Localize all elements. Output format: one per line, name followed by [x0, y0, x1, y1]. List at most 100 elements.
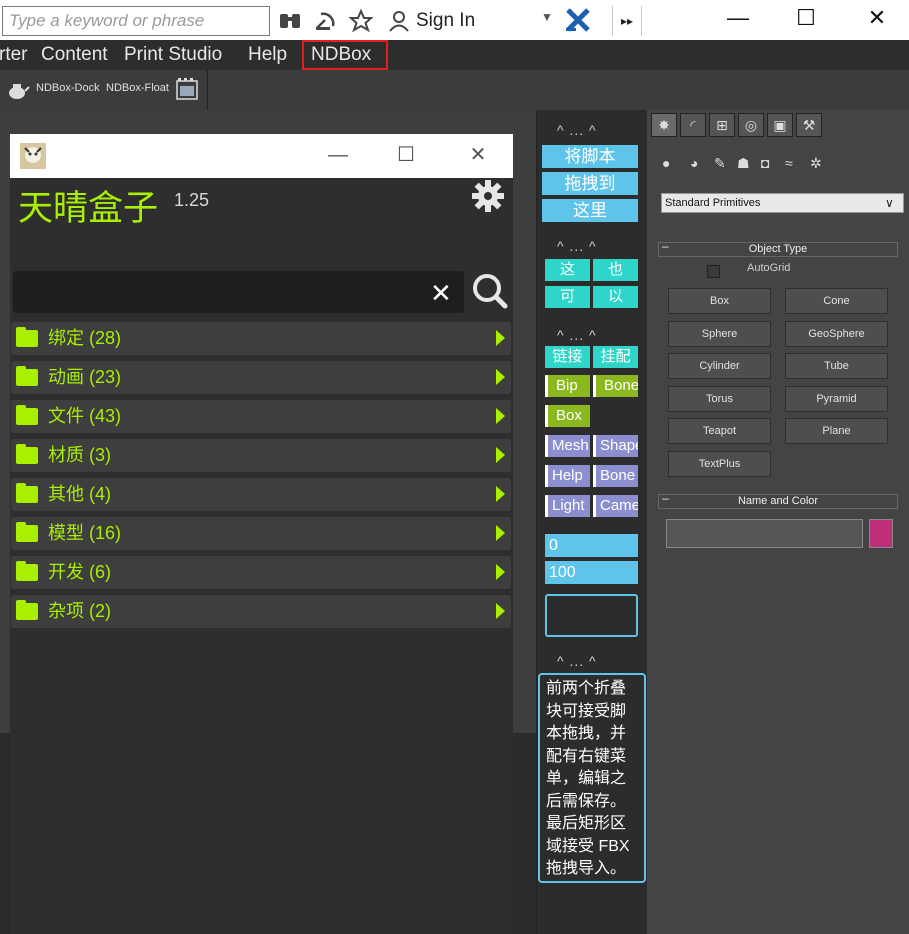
- category-row[interactable]: 动画 (23): [11, 361, 511, 394]
- modify-tab-icon[interactable]: ◜: [680, 113, 706, 137]
- camera-button[interactable]: Camera: [593, 495, 638, 517]
- script-drop-slot[interactable]: 拖拽到: [542, 172, 638, 195]
- script-slot[interactable]: 也: [593, 259, 638, 281]
- script-slot[interactable]: 可: [545, 286, 590, 308]
- autogrid-checkbox[interactable]: [707, 265, 720, 278]
- expand-arrow-icon: [496, 447, 505, 463]
- utilities-tab-icon[interactable]: ⚒: [796, 113, 822, 137]
- ndbox-float-button[interactable]: NDBox-Float: [106, 82, 169, 94]
- lights-icon[interactable]: ✎: [714, 155, 726, 172]
- minimize-button[interactable]: —: [718, 4, 758, 32]
- cone-primitive-button[interactable]: Cone: [785, 288, 888, 314]
- systems-icon[interactable]: ✲: [810, 155, 822, 172]
- object-type-rollout[interactable]: – Object Type: [658, 240, 898, 257]
- menu-item-customize[interactable]: rter: [0, 40, 28, 70]
- category-label: 其他 (4): [48, 484, 111, 504]
- script-slot[interactable]: 以: [593, 286, 638, 308]
- clear-search-icon[interactable]: ✕: [430, 278, 452, 309]
- bone-helper-button[interactable]: Bone: [593, 465, 638, 487]
- ndbox-search-input[interactable]: [13, 271, 464, 313]
- category-row[interactable]: 开发 (6): [11, 556, 511, 589]
- tube-primitive-button[interactable]: Tube: [785, 353, 888, 379]
- autodesk-x-icon[interactable]: [564, 6, 592, 34]
- autogrid-label: AutoGrid: [747, 262, 791, 274]
- expand-arrow-icon: [496, 369, 505, 385]
- plane-primitive-button[interactable]: Plane: [785, 418, 888, 444]
- expand-arrow-icon: [496, 408, 505, 424]
- script-drop-slot[interactable]: 将脚本: [542, 145, 638, 168]
- expand-arrow-icon: [496, 525, 505, 541]
- expand-arrow-icon: [496, 603, 505, 619]
- pyramid-primitive-button[interactable]: Pyramid: [785, 386, 888, 412]
- script-drop-slot[interactable]: 这里: [542, 199, 638, 222]
- object-name-input[interactable]: [666, 519, 863, 548]
- collapse-header[interactable]: ^ ... ^: [557, 327, 597, 343]
- keyword-search-input[interactable]: Type a keyword or phrase: [2, 6, 270, 36]
- script-slot[interactable]: 这: [545, 259, 590, 281]
- ndbox-window-icon[interactable]: [176, 78, 198, 100]
- light-button[interactable]: Light: [545, 495, 590, 517]
- sign-in-dropdown-icon[interactable]: ▼: [541, 10, 553, 24]
- fbx-drop-area[interactable]: [545, 594, 638, 637]
- name-and-color-rollout[interactable]: – Name and Color: [658, 492, 898, 509]
- textplus-primitive-button[interactable]: TextPlus: [668, 451, 771, 477]
- ndbox-maximize-button[interactable]: ☐: [386, 140, 426, 170]
- category-row[interactable]: 杂项 (2): [11, 595, 511, 628]
- chevron-down-icon[interactable]: ∨: [885, 193, 894, 213]
- search-icon[interactable]: [470, 270, 510, 310]
- category-row[interactable]: 绑定 (28): [11, 322, 511, 355]
- teapot-primitive-button[interactable]: Teapot: [668, 418, 771, 444]
- attach-button[interactable]: 挂配: [593, 346, 638, 368]
- star-icon[interactable]: [348, 8, 374, 34]
- expand-toolbar-button[interactable]: ▸▸: [612, 6, 642, 36]
- start-frame-field[interactable]: 0: [545, 534, 638, 557]
- cameras-icon[interactable]: ☗: [737, 155, 750, 172]
- box-primitive-button[interactable]: Box: [668, 288, 771, 314]
- sphere-primitive-button[interactable]: Sphere: [668, 321, 771, 347]
- category-row[interactable]: 材质 (3): [11, 439, 511, 472]
- help-button[interactable]: Help: [545, 465, 590, 487]
- binoculars-icon[interactable]: [277, 8, 303, 34]
- torus-primitive-button[interactable]: Torus: [668, 386, 771, 412]
- menu-item-content[interactable]: Content: [41, 40, 108, 70]
- menu-item-help[interactable]: Help: [248, 40, 287, 70]
- create-tab-icon[interactable]: ✸: [651, 113, 677, 137]
- instruction-note: 前两个折叠块可接受脚本拖拽，并配有右键菜单，编辑之后需保存。最后矩形区域接受 F…: [538, 673, 646, 883]
- category-row[interactable]: 模型 (16): [11, 517, 511, 550]
- geosphere-primitive-button[interactable]: GeoSphere: [785, 321, 888, 347]
- collapse-header[interactable]: ^ ... ^: [557, 653, 597, 669]
- bip-button[interactable]: Bip: [545, 375, 590, 397]
- space-warps-icon[interactable]: ≈: [785, 155, 793, 171]
- object-color-swatch[interactable]: [869, 519, 893, 548]
- shapes-icon[interactable]: ◕: [690, 155, 698, 171]
- ndbox-minimize-button[interactable]: —: [318, 140, 358, 170]
- hierarchy-tab-icon[interactable]: ⊞: [709, 113, 735, 137]
- collapse-header[interactable]: ^ ... ^: [557, 238, 597, 254]
- menu-item-print-studio[interactable]: Print Studio: [124, 40, 222, 70]
- sign-in-label[interactable]: Sign In: [416, 8, 475, 34]
- settings-gear-icon[interactable]: [470, 178, 506, 223]
- mesh-button[interactable]: Mesh: [545, 435, 590, 457]
- primitives-dropdown[interactable]: Standard Primitives: [661, 193, 904, 213]
- maximize-button[interactable]: ☐: [786, 4, 826, 32]
- ndbox-dock-button[interactable]: NDBox-Dock: [36, 82, 100, 94]
- display-tab-icon[interactable]: ▣: [767, 113, 793, 137]
- end-frame-field[interactable]: 100: [545, 561, 638, 584]
- category-row[interactable]: 文件 (43): [11, 400, 511, 433]
- shape-button[interactable]: Shape: [593, 435, 638, 457]
- satellite-icon[interactable]: [313, 8, 339, 34]
- collapse-header[interactable]: ^ ... ^: [557, 122, 597, 138]
- box-button[interactable]: Box: [545, 405, 590, 427]
- motion-tab-icon[interactable]: ◎: [738, 113, 764, 137]
- bone-button[interactable]: Bone: [593, 375, 638, 397]
- geometry-icon[interactable]: ●: [662, 155, 670, 171]
- cylinder-primitive-button[interactable]: Cylinder: [668, 353, 771, 379]
- user-icon[interactable]: [386, 8, 412, 34]
- close-button[interactable]: ✕: [857, 4, 897, 32]
- category-row[interactable]: 其他 (4): [11, 478, 511, 511]
- link-button[interactable]: 链接: [545, 346, 590, 368]
- helpers-icon[interactable]: ◘: [761, 155, 769, 171]
- expand-arrow-icon: [496, 564, 505, 580]
- ndbox-close-button[interactable]: ✕: [458, 140, 498, 170]
- teapot-icon[interactable]: [4, 78, 30, 102]
